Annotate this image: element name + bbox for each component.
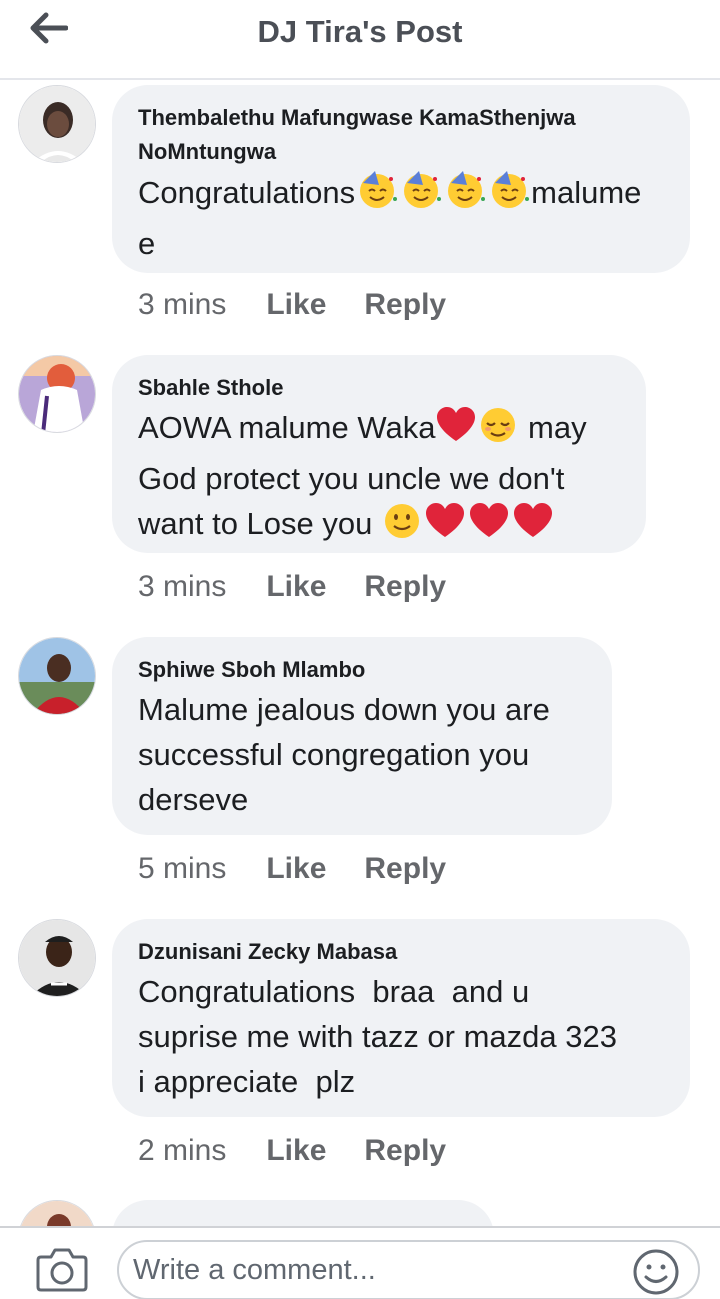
comment-text-part: AOWA malume Waka: [138, 410, 436, 445]
comment-timestamp[interactable]: 3 mins: [138, 570, 226, 604]
comment-author[interactable]: Dzunisani Zecky Mabasa: [138, 935, 664, 969]
red-heart-emoji: [435, 406, 477, 456]
comment-author[interactable]: Sbahle Sthole: [138, 371, 620, 405]
comment-timestamp[interactable]: 3 mins: [138, 288, 226, 322]
comment-text-line: Congratulations braa and u: [138, 974, 530, 1009]
partying-face-emoji: [399, 169, 443, 221]
comments-feed[interactable]: Thembalethu Mafungwase KamaSthenjwa NoMn…: [0, 82, 720, 1226]
comment-actions: 2 mins Like Reply: [138, 1134, 484, 1168]
avatar[interactable]: [18, 637, 96, 715]
comment-text-part: may: [519, 410, 587, 445]
comment-bubble[interactable]: [112, 1200, 494, 1226]
avatar[interactable]: [18, 1200, 96, 1226]
emoji-picker-button[interactable]: [632, 1248, 680, 1296]
comment-text-line: successful congregation you: [138, 737, 530, 772]
avatar[interactable]: [18, 355, 96, 433]
comment-bubble[interactable]: Sphiwe Sboh Mlambo Malume jealous down y…: [112, 637, 612, 835]
page-title: DJ Tira's Post: [257, 14, 463, 49]
like-button[interactable]: Like: [266, 1134, 326, 1168]
avatar[interactable]: [18, 919, 96, 997]
comment-actions: 3 mins Like Reply: [138, 570, 484, 604]
reply-button[interactable]: Reply: [364, 1134, 446, 1168]
top-bar: DJ Tira's Post: [0, 0, 720, 80]
red-heart-emoji: [511, 502, 555, 552]
comment-author[interactable]: Thembalethu Mafungwase KamaSthenjwa NoMn…: [138, 101, 664, 169]
comment-bubble[interactable]: Thembalethu Mafungwase KamaSthenjwa NoMn…: [112, 85, 690, 273]
like-button[interactable]: Like: [266, 852, 326, 886]
like-button[interactable]: Like: [266, 288, 326, 322]
comment-text-line: suprise me with tazz or mazda 323: [138, 1019, 617, 1054]
camera-icon: [36, 1248, 88, 1292]
comment-text: Malume jealous down you are successful c…: [138, 687, 586, 822]
comment-text: Congratulations malume e: [138, 169, 664, 266]
comment-text-line: i appreciate plz: [138, 1064, 356, 1099]
slightly-smiling-face-emoji: [381, 502, 423, 552]
comment-timestamp[interactable]: 2 mins: [138, 1134, 226, 1168]
comment-text-line: God protect you uncle we don't: [138, 461, 565, 496]
comment-bubble[interactable]: Sbahle Sthole AOWA malume Waka may God p…: [112, 355, 646, 553]
comment-text-part: want to Lose you: [138, 506, 381, 541]
camera-button[interactable]: [36, 1246, 88, 1292]
partying-face-emoji: [443, 169, 487, 221]
like-button[interactable]: Like: [266, 570, 326, 604]
red-heart-emoji: [467, 502, 511, 552]
relieved-face-emoji: [477, 406, 519, 456]
reply-button[interactable]: Reply: [364, 288, 446, 322]
comment-text-part: Congratulations: [138, 175, 356, 210]
comment-input[interactable]: [117, 1240, 700, 1299]
comment-text-line: derseve: [138, 782, 249, 817]
reply-button[interactable]: Reply: [364, 852, 446, 886]
reply-button[interactable]: Reply: [364, 570, 446, 604]
smiley-icon: [633, 1249, 679, 1295]
comment-author[interactable]: Sphiwe Sboh Mlambo: [138, 653, 586, 687]
comment-composer: [0, 1226, 720, 1299]
avatar[interactable]: [18, 85, 96, 163]
partying-face-emoji: [355, 169, 399, 221]
comment-bubble[interactable]: Dzunisani Zecky Mabasa Congratulations b…: [112, 919, 690, 1117]
comment-actions: 3 mins Like Reply: [138, 288, 484, 322]
red-heart-emoji: [423, 502, 467, 552]
comment-timestamp[interactable]: 5 mins: [138, 852, 226, 886]
comment-actions: 5 mins Like Reply: [138, 852, 484, 886]
comment-text: AOWA malume Waka may God protect you unc…: [138, 405, 620, 552]
partying-face-emoji: [487, 169, 531, 221]
comment-text-line: Malume jealous down you are: [138, 692, 550, 727]
comment-text: Congratulations braa and u suprise me wi…: [138, 969, 664, 1104]
